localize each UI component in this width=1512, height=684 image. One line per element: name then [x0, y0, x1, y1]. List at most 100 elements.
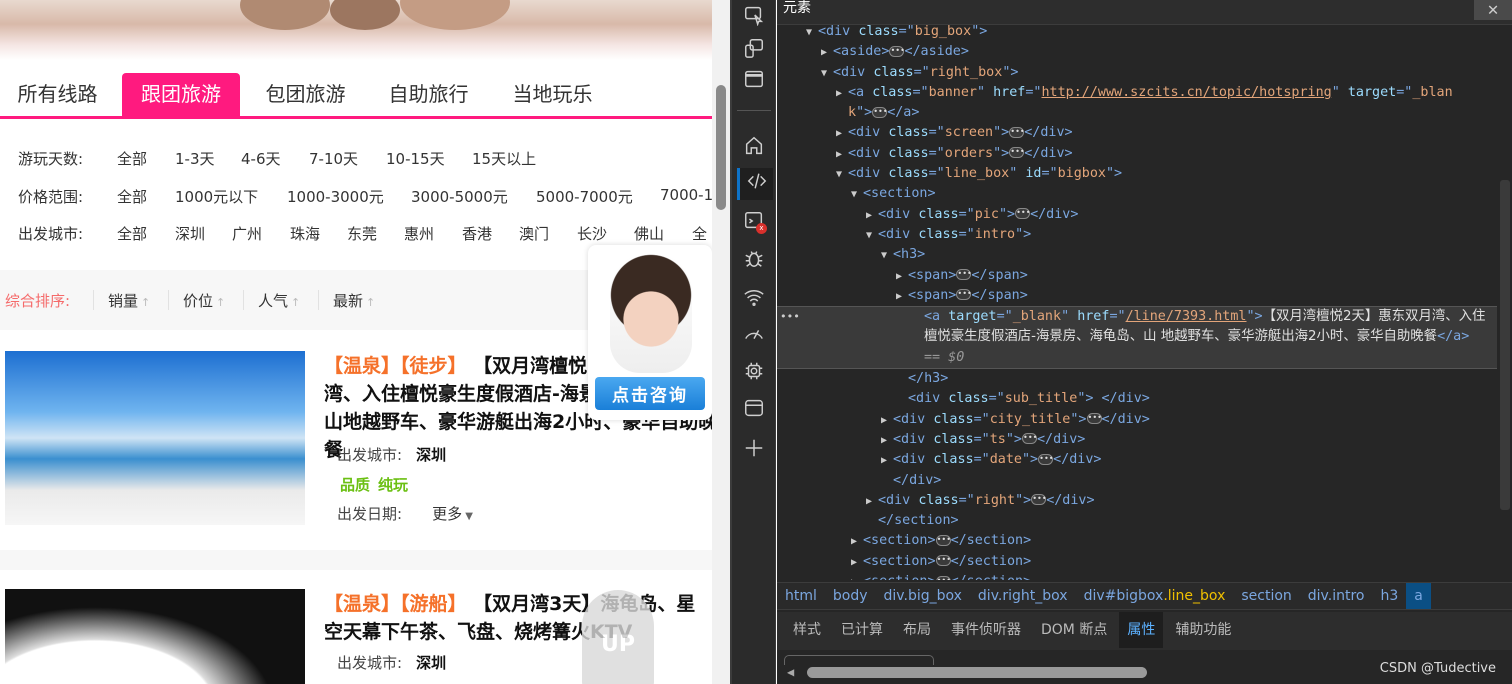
expanded-arrow-icon[interactable]: ▼ [881, 246, 893, 266]
tour-image[interactable] [5, 589, 305, 684]
device-toggle-icon[interactable] [741, 35, 767, 61]
filter-option[interactable]: 全部 [117, 186, 147, 207]
inspect-icon[interactable] [741, 2, 767, 28]
dom-node[interactable]: ▶ <span>•••</span> [777, 266, 1497, 286]
ellipsis-expand-icon[interactable]: ••• [872, 106, 888, 118]
dom-node[interactable]: ▶ <div class="orders">•••</div> [777, 144, 1497, 164]
collapsed-arrow-icon[interactable]: ▶ [836, 145, 848, 165]
filter-option[interactable]: 7-10天 [309, 148, 358, 169]
filter-option[interactable]: 东莞 [347, 223, 377, 244]
sort-price[interactable]: 价位 ↑ [168, 290, 225, 310]
tab-1[interactable]: 已计算 [833, 612, 891, 648]
dom-node[interactable]: ▶ <div class="right">•••</div> [777, 491, 1497, 511]
breadcrumb-item[interactable]: a [1406, 583, 1431, 609]
filter-option[interactable]: 15天以上 [472, 148, 536, 169]
ellipsis-expand-icon[interactable]: ••• [1015, 208, 1031, 220]
filter-option[interactable]: 长沙 [577, 223, 607, 244]
ellipsis-expand-icon[interactable]: ••• [1022, 433, 1037, 445]
network-wifi-icon[interactable] [741, 284, 767, 310]
breadcrumb-item[interactable]: section [1233, 583, 1299, 609]
filter-option[interactable]: 3000-5000元 [411, 186, 508, 207]
window-icon[interactable] [741, 66, 767, 92]
dom-node[interactable]: ▶<section>•••</section> [777, 552, 1497, 572]
breadcrumb-item[interactable]: div#bigbox.line_box [1076, 583, 1234, 609]
expanded-arrow-icon[interactable]: ▼ [806, 23, 818, 43]
filter-option[interactable]: 全部 [117, 223, 147, 244]
attr-link[interactable]: /line/7393.html [1126, 309, 1247, 324]
ellipsis-expand-icon[interactable]: ••• [1009, 147, 1025, 159]
collapsed-arrow-icon[interactable]: ▶ [851, 532, 863, 552]
tab-self-guided[interactable]: 自助旅行 [371, 73, 486, 116]
dom-node[interactable]: ▶ <span>•••</span> [777, 286, 1497, 306]
expanded-arrow-icon[interactable]: ▼ [866, 226, 878, 246]
filter-option[interactable]: 全 [692, 223, 707, 244]
collapsed-arrow-icon[interactable]: ▶ [866, 206, 878, 226]
sort-sales[interactable]: 销量 ↑ [93, 290, 150, 310]
memory-chip-icon[interactable] [741, 358, 767, 384]
dom-node[interactable]: ▶ <aside>•••</aside> [777, 42, 1497, 62]
expanded-arrow-icon[interactable]: ▼ [851, 185, 863, 205]
elements-icon[interactable] [737, 168, 773, 200]
collapsed-arrow-icon[interactable]: ▶ [896, 287, 908, 307]
expanded-arrow-icon[interactable]: ▼ [821, 64, 833, 84]
collapsed-arrow-icon[interactable]: ▶ [881, 411, 893, 431]
dom-node[interactable]: ••• <a target="_blank" href="/line/7393.h… [777, 306, 1497, 370]
ellipsis-expand-icon[interactable]: ••• [1038, 453, 1054, 465]
ellipsis-expand-icon[interactable]: ••• [935, 575, 951, 580]
breadcrumb-item[interactable]: body [825, 583, 876, 609]
dom-node[interactable]: ▼ <section> [777, 184, 1497, 204]
filter-option[interactable]: 1-3天 [175, 148, 215, 169]
filter-option[interactable]: 广州 [232, 223, 262, 244]
add-tool-icon[interactable] [741, 435, 767, 461]
collapsed-arrow-icon[interactable]: ▶ [896, 267, 908, 287]
dom-node[interactable]: </div> [777, 471, 1497, 491]
console-icon[interactable]: x [741, 208, 767, 234]
tab-2[interactable]: 布局 [895, 612, 939, 648]
dom-node[interactable]: ▶ <div class="pic">•••</div> [777, 205, 1497, 225]
collapsed-arrow-icon[interactable]: ▶ [881, 431, 893, 451]
filter-option[interactable]: 1000元以下 [175, 186, 258, 207]
dom-node[interactable]: ▶ <div class="date">•••</div> [777, 450, 1497, 470]
collapsed-arrow-icon[interactable]: ▶ [851, 573, 863, 580]
tab-group-tour[interactable]: 跟团旅游 [122, 73, 240, 116]
back-to-top-button[interactable]: UP [582, 590, 654, 684]
hotspring-banner[interactable] [0, 0, 712, 60]
dom-node[interactable]: ▶ <div class="city_title">•••</div> [777, 410, 1497, 430]
home-icon[interactable] [741, 133, 767, 159]
ellipsis-expand-icon[interactable]: ••• [889, 45, 905, 57]
collapsed-arrow-icon[interactable]: ▶ [851, 553, 863, 573]
dom-node[interactable]: </section> [777, 511, 1497, 531]
ellipsis-expand-icon[interactable]: ••• [1031, 494, 1047, 506]
tab-5[interactable]: 属性 [1119, 612, 1164, 648]
filter-option[interactable]: 澳门 [519, 223, 549, 244]
dom-node[interactable]: </h3> [777, 369, 1497, 389]
ellipsis-expand-icon[interactable]: ••• [1009, 126, 1025, 138]
tab-3[interactable]: 事件侦听器 [943, 612, 1029, 648]
dom-node[interactable]: ▼ <div class="intro"> [777, 225, 1497, 245]
ellipsis-expand-icon[interactable]: ••• [935, 555, 951, 567]
collapsed-arrow-icon[interactable]: ▶ [836, 124, 848, 144]
ellipsis-expand-icon[interactable]: ••• [1086, 413, 1102, 425]
tab-0[interactable]: 样式 [785, 612, 829, 648]
filter-option[interactable]: 1000-3000元 [287, 186, 384, 207]
tab-6[interactable]: 辅助功能 [1167, 612, 1239, 648]
performance-gauge-icon[interactable] [741, 321, 767, 347]
sort-newest[interactable]: 最新 ↑ [318, 290, 375, 310]
dom-node[interactable]: <div class="sub_title"> </div> [777, 389, 1497, 409]
page-scrollbar[interactable] [712, 0, 730, 684]
dom-tree-scrollbar[interactable] [1498, 25, 1512, 580]
collapsed-arrow-icon[interactable]: ▶ [821, 43, 833, 63]
application-icon[interactable] [741, 395, 767, 421]
ellipsis-expand-icon[interactable]: ••• [956, 269, 972, 281]
filter-option[interactable]: 10-15天 [386, 148, 445, 169]
sort-popularity[interactable]: 人气 ↑ [243, 290, 300, 310]
dom-node[interactable]: ▼ <h3> [777, 245, 1497, 265]
ellipsis-expand-icon[interactable]: ••• [935, 534, 951, 546]
tab-local-fun[interactable]: 当地玩乐 [495, 73, 610, 116]
close-icon[interactable]: ✕ [1474, 0, 1512, 20]
filter-option[interactable]: 佛山 [634, 223, 664, 244]
filter-option[interactable]: 香港 [462, 223, 492, 244]
collapsed-arrow-icon[interactable]: ▶ [881, 451, 893, 471]
more-actions-icon[interactable]: ••• [780, 307, 800, 327]
filter-option[interactable]: 全部 [117, 148, 147, 169]
